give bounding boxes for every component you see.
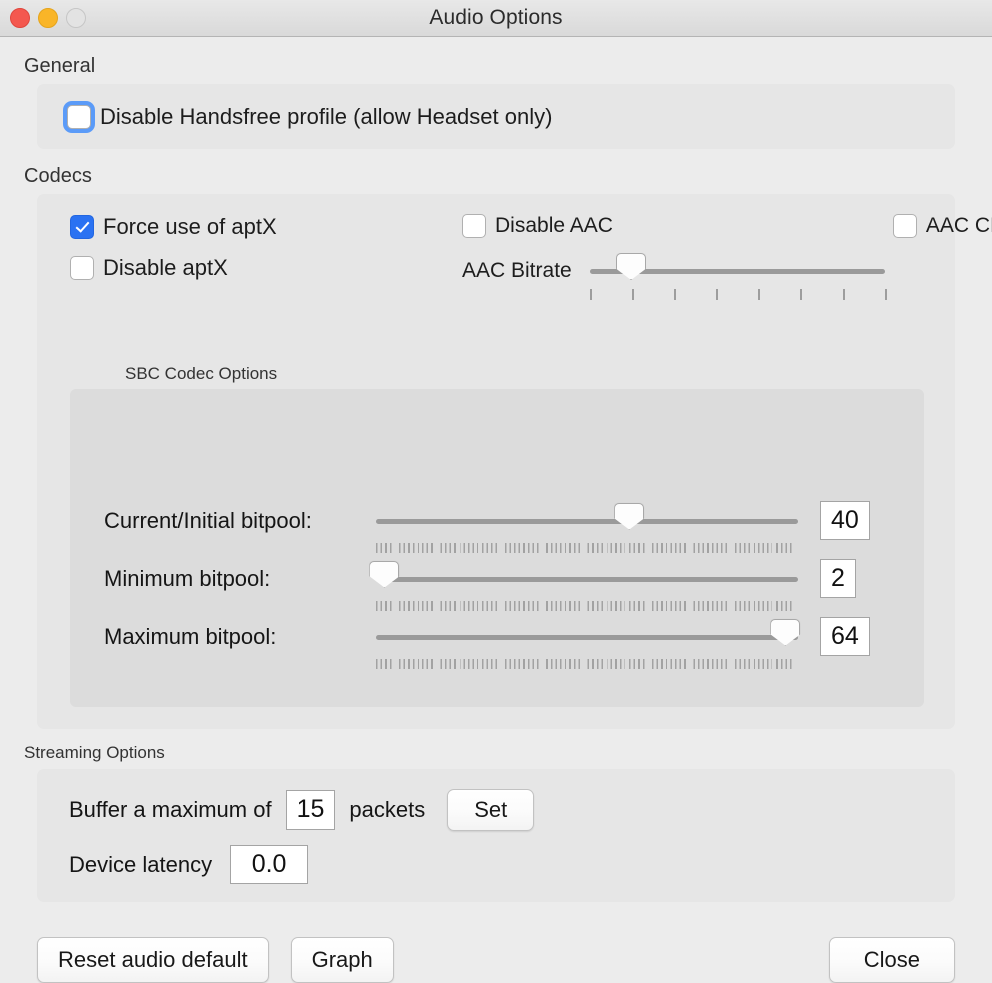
dialog-body: General Disable Handsfree profile (allow…: [0, 37, 992, 983]
codecs-groupbox: Force use of aptX Disable aptX Disable A…: [37, 194, 992, 729]
buffer-packets-input[interactable]: 15: [285, 790, 336, 830]
minimum-bitpool-row: Minimum bitpool: 2: [104, 559, 902, 611]
aac-bitrate-row: AAC Bitrate: [462, 253, 925, 300]
close-button[interactable]: Close: [828, 937, 955, 983]
aac-bitrate-ticks: [589, 289, 887, 300]
aac-cbr-checkbox[interactable]: [892, 214, 917, 238]
general-section-label: General: [24, 55, 96, 77]
reset-audio-default-button[interactable]: Reset audio default: [37, 937, 269, 983]
dialog-footer: Reset audio default Graph Close: [37, 937, 955, 983]
buffer-suffix-label: packets: [349, 797, 426, 822]
minimum-bitpool-ticks: [376, 600, 798, 611]
general-groupbox: Disable Handsfree profile (allow Headset…: [37, 84, 955, 149]
maximum-bitpool-thumb[interactable]: [770, 618, 801, 646]
disable-handsfree-row[interactable]: Disable Handsfree profile (allow Headset…: [67, 104, 552, 130]
aac-cbr-row[interactable]: AAC CBR: [892, 214, 992, 238]
current-bitpool-ticks: [376, 542, 798, 553]
aac-checkbox-row: Disable AAC AAC CBR: [462, 214, 992, 238]
current-bitpool-label: Current/Initial bitpool:: [104, 507, 312, 533]
disable-handsfree-checkbox[interactable]: [67, 104, 91, 129]
set-buffer-button[interactable]: Set: [447, 789, 535, 831]
aptx-options: Force use of aptX Disable aptX: [70, 214, 277, 296]
aac-bitrate-label: AAC Bitrate: [462, 259, 572, 282]
aac-options: Disable AAC AAC CBR AAC Bitrate: [462, 214, 992, 300]
device-latency-input[interactable]: 0.0: [230, 845, 309, 885]
buffer-prefix-label: Buffer a maximum of: [69, 797, 272, 822]
current-bitpool-thumb[interactable]: [614, 502, 645, 530]
force-aptx-label: Force use of aptX: [103, 214, 277, 239]
streaming-groupbox: Buffer a maximum of 15 packets Set Devic…: [37, 769, 955, 903]
force-aptx-row[interactable]: Force use of aptX: [70, 214, 277, 240]
current-bitpool-slider[interactable]: [376, 502, 798, 553]
force-aptx-checkbox[interactable]: [70, 215, 94, 239]
disable-aptx-checkbox[interactable]: [70, 256, 94, 280]
aac-bitrate-thumb[interactable]: [616, 253, 647, 280]
current-bitpool-row: Current/Initial bitpool: 40: [104, 501, 902, 553]
buffer-row: Buffer a maximum of 15 packets Set: [37, 789, 955, 831]
minimum-bitpool-value[interactable]: 2: [820, 559, 856, 599]
streaming-section-label: Streaming Options: [24, 743, 165, 762]
maximum-bitpool-label: Maximum bitpool:: [104, 623, 277, 649]
codecs-section-label: Codecs: [24, 165, 92, 187]
disable-aac-row[interactable]: Disable AAC: [462, 214, 613, 238]
current-bitpool-track[interactable]: [376, 518, 798, 524]
minimum-bitpool-label: Minimum bitpool:: [104, 565, 271, 591]
aac-bitrate-slider[interactable]: [589, 253, 887, 300]
window-titlebar: Audio Options: [0, 0, 992, 37]
minimum-bitpool-slider[interactable]: [369, 560, 798, 611]
maximum-bitpool-value[interactable]: 64: [820, 617, 870, 657]
maximum-bitpool-ticks: [376, 658, 798, 669]
disable-aac-checkbox[interactable]: [462, 214, 486, 238]
disable-aptx-label: Disable aptX: [103, 255, 228, 280]
maximum-bitpool-track[interactable]: [376, 634, 798, 640]
sbc-codec-options-label: SBC Codec Options: [125, 364, 278, 383]
graph-button[interactable]: Graph: [290, 937, 394, 983]
sbc-codec-options-panel: Current/Initial bitpool: 40 Minimum bitp…: [70, 389, 924, 707]
disable-aac-label: Disable AAC: [495, 214, 613, 237]
minimum-bitpool-track[interactable]: [376, 576, 798, 582]
maximum-bitpool-slider[interactable]: [376, 618, 801, 669]
device-latency-row: Device latency 0.0: [37, 845, 955, 885]
window-title: Audio Options: [429, 6, 563, 29]
device-latency-label: Device latency: [69, 851, 213, 877]
disable-aptx-row[interactable]: Disable aptX: [70, 255, 277, 281]
current-bitpool-value[interactable]: 40: [820, 501, 870, 541]
disable-handsfree-label: Disable Handsfree profile (allow Headset…: [100, 103, 553, 129]
aac-cbr-label: AAC CBR: [925, 214, 992, 237]
maximum-bitpool-row: Maximum bitpool: 64: [104, 617, 902, 669]
